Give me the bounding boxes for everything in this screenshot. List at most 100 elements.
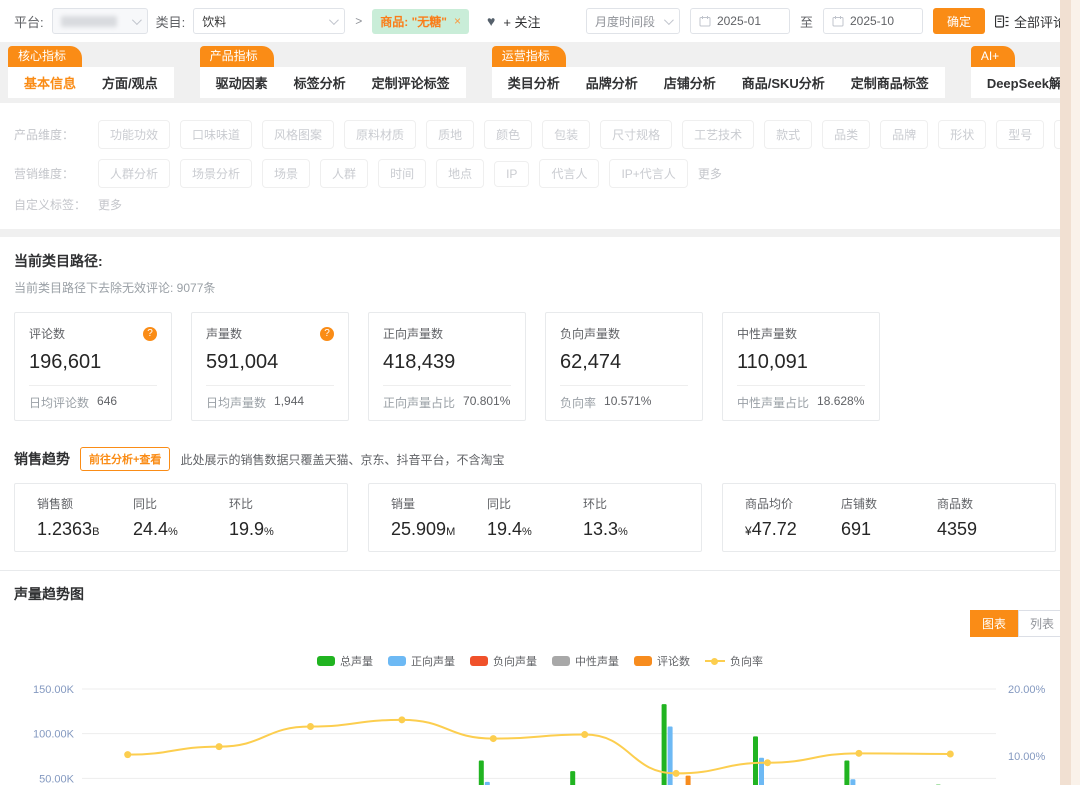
follow-button[interactable]: + 关注 bbox=[503, 12, 540, 31]
legend-dot bbox=[711, 658, 718, 665]
date-end-input[interactable]: 2025-10 bbox=[823, 8, 923, 34]
sales-metric-value: ¥47.72 bbox=[745, 519, 841, 540]
filter-chip[interactable]: 款式 bbox=[764, 120, 812, 149]
tab-item[interactable]: 定制商品标签 bbox=[851, 73, 929, 92]
tab-group-badge: 核心指标 bbox=[8, 46, 82, 67]
filter-panel: 产品维度：功能功效口味味道风格图案原料材质质地颜色包装尺寸规格工艺技术款式品类品… bbox=[0, 103, 1080, 229]
legend-label: 评论数 bbox=[657, 653, 690, 669]
sales-metric-number: 47.72 bbox=[752, 519, 797, 539]
date-start-input[interactable]: 2025-01 bbox=[690, 8, 790, 34]
toggle-list-button[interactable]: 列表 bbox=[1018, 610, 1066, 637]
legend-item[interactable]: 评论数 bbox=[634, 653, 690, 669]
legend-item[interactable]: 正向声量 bbox=[388, 653, 455, 669]
toggle-chart-button[interactable]: 图表 bbox=[970, 610, 1018, 637]
filter-row: 自定义标签：更多 bbox=[14, 196, 1066, 213]
close-icon[interactable]: × bbox=[454, 14, 461, 28]
filter-chip[interactable]: 口味味道 bbox=[180, 120, 252, 149]
tab-item[interactable]: 品牌分析 bbox=[586, 73, 638, 92]
category-path-subtitle: 当前类目路径下去除无效评论: 9077条 bbox=[14, 279, 1066, 296]
confirm-button[interactable]: 确定 bbox=[933, 8, 985, 34]
legend-item[interactable]: 中性声量 bbox=[552, 653, 619, 669]
metric-value: 196,601 bbox=[29, 351, 157, 374]
filter-chip[interactable]: 场景 bbox=[262, 159, 310, 188]
filter-chip[interactable]: 颜色 bbox=[484, 120, 532, 149]
legend-item[interactable]: 总声量 bbox=[317, 653, 373, 669]
help-icon[interactable]: ? bbox=[320, 327, 334, 341]
sales-metric-value: 25.909M bbox=[391, 519, 487, 540]
svg-text:50.00K: 50.00K bbox=[39, 773, 75, 785]
metric-card-top: 评论数? bbox=[29, 325, 157, 342]
tab-item[interactable]: 驱动因素 bbox=[216, 73, 268, 92]
filter-chip[interactable]: 地点 bbox=[436, 159, 484, 188]
tab-item[interactable]: 商品/SKU分析 bbox=[742, 73, 825, 92]
filter-chip[interactable]: 质地 bbox=[426, 120, 474, 149]
platform-select[interactable] bbox=[52, 8, 148, 34]
tab-item[interactable]: 类目分析 bbox=[508, 73, 560, 92]
tab-group: 产品指标驱动因素标签分析定制评论标签 bbox=[200, 46, 466, 98]
sales-metric-number: 13.3 bbox=[583, 519, 618, 539]
filter-chip[interactable]: IP bbox=[494, 161, 529, 187]
period-select-value: 月度时间段 bbox=[595, 13, 655, 30]
sales-metric: 商品数4359 bbox=[937, 495, 1033, 540]
tab-item[interactable]: 方面/观点 bbox=[102, 73, 158, 92]
filter-chip[interactable]: 品类 bbox=[822, 120, 870, 149]
metric-sub-label: 负向率 bbox=[560, 394, 596, 411]
sales-metric-number: 691 bbox=[841, 519, 871, 539]
filter-chip[interactable]: 风格图案 bbox=[262, 120, 334, 149]
comments-list-icon bbox=[995, 15, 1009, 28]
filter-chip[interactable]: 形状 bbox=[938, 120, 986, 149]
more-link[interactable]: 更多 bbox=[698, 165, 722, 182]
sales-metric-label: 商品均价 bbox=[745, 495, 841, 512]
filter-chip[interactable]: 场景分析 bbox=[180, 159, 252, 188]
metric-sub-label: 中性声量占比 bbox=[737, 394, 809, 411]
period-select[interactable]: 月度时间段 bbox=[586, 8, 680, 34]
tab-groups-row: 核心指标基本信息方面/观点产品指标驱动因素标签分析定制评论标签运营指标类目分析品… bbox=[0, 42, 1080, 98]
filter-chip[interactable]: 品牌 bbox=[880, 120, 928, 149]
sales-metric-label: 同比 bbox=[487, 495, 583, 512]
sales-metric-value: 691 bbox=[841, 519, 937, 540]
filter-chip[interactable]: 功能功效 bbox=[98, 120, 170, 149]
filter-chip[interactable]: IP+代言人 bbox=[609, 159, 687, 188]
filter-chip[interactable]: 包装 bbox=[542, 120, 590, 149]
filter-chip[interactable]: 人群分析 bbox=[98, 159, 170, 188]
more-link[interactable]: 更多 bbox=[98, 196, 122, 213]
right-edge-strip bbox=[1060, 0, 1080, 785]
filter-chip[interactable]: 原料材质 bbox=[344, 120, 416, 149]
tab-item[interactable]: 标签分析 bbox=[294, 73, 346, 92]
filter-chip[interactable]: 工艺技术 bbox=[682, 120, 754, 149]
tab-item[interactable]: 店铺分析 bbox=[664, 73, 716, 92]
tab-group: 核心指标基本信息 方面/观点 bbox=[8, 46, 174, 98]
filter-row: 产品维度：功能功效口味味道风格图案原料材质质地颜色包装尺寸规格工艺技术款式品类品… bbox=[14, 117, 1066, 151]
sales-card: 销量25.909M同比19.4%环比13.3% bbox=[368, 483, 702, 552]
filter-chip[interactable]: 代言人 bbox=[539, 159, 599, 188]
blurred-platform-value bbox=[61, 16, 117, 27]
sales-metric-label: 店铺数 bbox=[841, 495, 937, 512]
sales-metric-unit: % bbox=[618, 526, 628, 538]
currency-prefix: ¥ bbox=[745, 524, 752, 538]
category-select[interactable]: 饮料 bbox=[193, 8, 345, 34]
filter-row: 营销维度：人群分析场景分析场景人群时间地点IP代言人IP+代言人更多 bbox=[14, 159, 1066, 188]
metric-card-top: 负向声量数 bbox=[560, 325, 688, 342]
legend-item[interactable]: 负向声量 bbox=[470, 653, 537, 669]
metric-card: 声量数?591,004日均声量数1,944 bbox=[191, 312, 349, 421]
metric-sub-value: 646 bbox=[97, 394, 117, 411]
chevron-down-icon bbox=[132, 15, 142, 25]
sales-metric-value: 19.9% bbox=[229, 519, 325, 540]
help-icon[interactable]: ? bbox=[143, 327, 157, 341]
filter-chip[interactable]: 人群 bbox=[320, 159, 368, 188]
filter-chip[interactable]: 型号 bbox=[996, 120, 1044, 149]
tab-item[interactable]: 基本信息 bbox=[24, 73, 76, 92]
filter-chip[interactable]: 尺寸规格 bbox=[600, 120, 672, 149]
keyword-tag[interactable]: 商品: "无糖" × bbox=[372, 9, 469, 34]
metric-sub-value: 1,944 bbox=[274, 394, 304, 411]
legend-swatch bbox=[470, 656, 488, 666]
sales-metric-label: 销量 bbox=[391, 495, 487, 512]
filter-chip[interactable]: 时间 bbox=[378, 159, 426, 188]
sales-metric-value: 13.3% bbox=[583, 519, 679, 540]
tab-item[interactable]: 定制评论标签 bbox=[372, 73, 450, 92]
sales-analyze-button[interactable]: 前往分析+查看 bbox=[80, 447, 170, 471]
all-comments-link[interactable]: 全部评论 bbox=[995, 12, 1066, 31]
sales-metric-number: 4359 bbox=[937, 519, 977, 539]
metric-card: 评论数?196,601日均评论数646 bbox=[14, 312, 172, 421]
legend-item[interactable]: 负向率 bbox=[705, 653, 763, 669]
